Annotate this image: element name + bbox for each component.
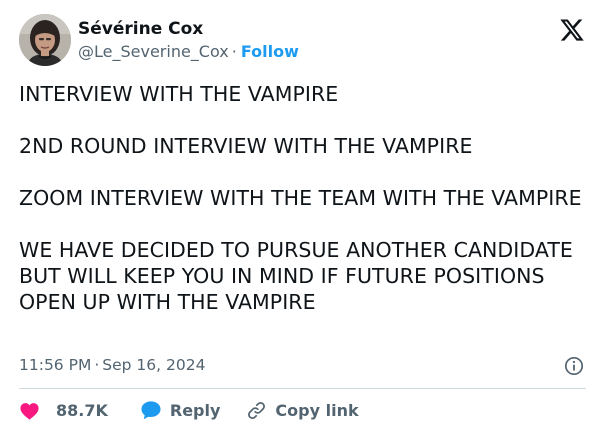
copy-link-label: Copy link — [275, 400, 359, 420]
tweet-date: Sep 16, 2024 — [102, 356, 206, 374]
like-count: 88.7K — [56, 400, 108, 420]
author-handle-row: @Le_Severine_Cox · Follow — [78, 42, 299, 62]
divider — [19, 388, 586, 389]
tweet-paragraph: ZOOM INTERVIEW WITH THE TEAM WITH THE VA… — [19, 186, 582, 210]
author-display-name[interactable]: Sévérine Cox — [78, 19, 203, 39]
tweet-paragraph: WE HAVE DECIDED TO PURSUE ANOTHER CANDID… — [19, 238, 573, 314]
avatar[interactable] — [19, 14, 71, 66]
tweet-header: Sévérine Cox @Le_Severine_Cox · Follow — [19, 14, 589, 68]
link-icon — [246, 400, 267, 421]
tweet-actions: 88.7K Reply Copy link — [19, 399, 359, 421]
info-icon[interactable] — [564, 356, 584, 376]
tweet-text: INTERVIEW WITH THE VAMPIRE 2ND ROUND INT… — [19, 81, 589, 315]
timestamp-separator: · — [94, 356, 100, 374]
handle-separator: · — [231, 42, 237, 61]
author-handle[interactable]: @Le_Severine_Cox — [78, 42, 229, 61]
reply-label: Reply — [169, 400, 221, 420]
tweet-card: Sévérine Cox @Le_Severine_Cox · Follow INT… — [0, 0, 605, 434]
avatar-photo — [19, 14, 71, 66]
like-button[interactable]: 88.7K — [19, 401, 108, 420]
reply-button[interactable]: Reply — [140, 400, 221, 420]
tweet-paragraph: 2ND ROUND INTERVIEW WITH THE VAMPIRE — [19, 134, 473, 158]
x-logo-icon[interactable] — [559, 17, 585, 43]
tweet-time: 11:56 PM — [19, 356, 92, 374]
tweet-paragraph: INTERVIEW WITH THE VAMPIRE — [19, 82, 339, 106]
copy-link-button[interactable]: Copy link — [246, 400, 359, 421]
reply-bubble-icon — [140, 400, 162, 420]
tweet-timestamp[interactable]: 11:56 PM · Sep 16, 2024 — [19, 355, 205, 375]
heart-icon — [19, 401, 40, 420]
follow-button[interactable]: Follow — [241, 42, 299, 61]
